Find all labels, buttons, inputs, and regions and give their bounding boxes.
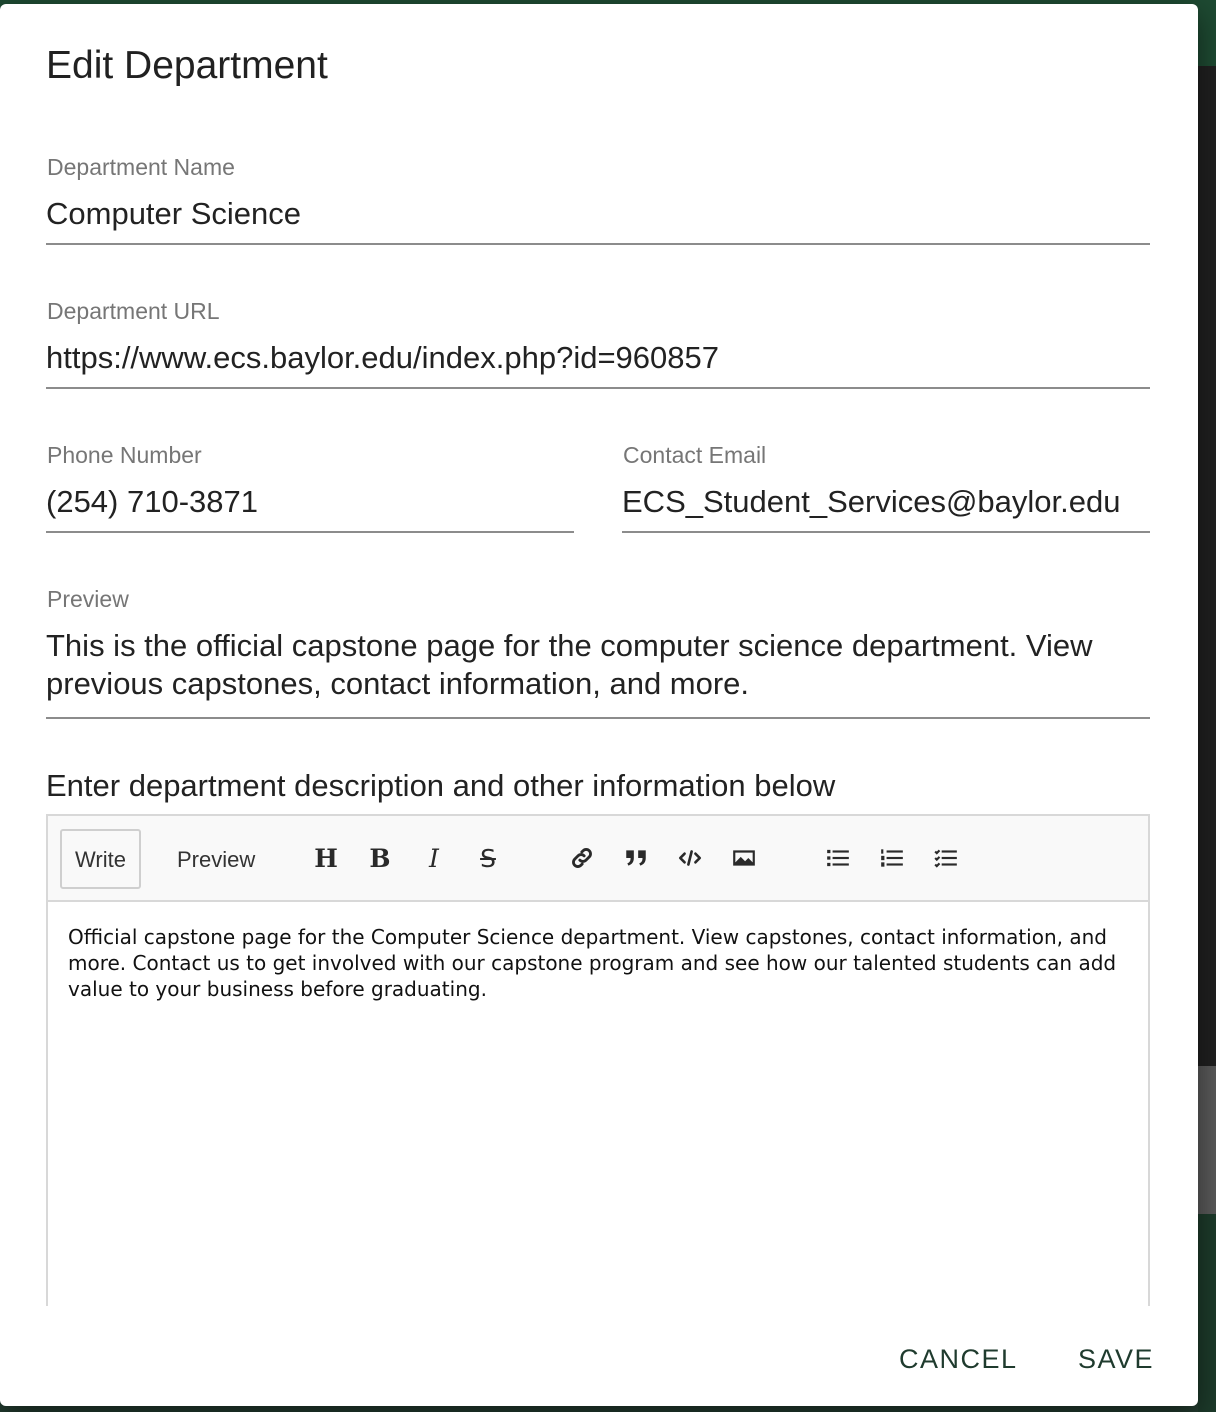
image-icon[interactable] <box>724 838 764 878</box>
dialog-title: Edit Department <box>46 44 328 87</box>
department-name-input[interactable]: Computer Science <box>46 195 1150 243</box>
dialog-actions: CANCEL SAVE <box>843 1340 1154 1379</box>
phone-number-label: Phone Number <box>47 442 202 468</box>
strikethrough-icon[interactable]: S <box>468 838 508 878</box>
heading-icon[interactable]: H <box>306 838 346 878</box>
phone-number-input[interactable]: (254) 710-3871 <box>46 483 574 531</box>
department-name-label: Department Name <box>47 154 235 180</box>
edit-department-dialog: Edit Department Department Name Computer… <box>0 4 1198 1406</box>
contact-email-input[interactable]: ECS_Student_Services@baylor.edu <box>622 483 1150 531</box>
editor-textarea[interactable]: Official capstone page for the Computer … <box>48 902 1148 1024</box>
italic-icon[interactable]: I <box>414 838 454 878</box>
markdown-editor: Write Preview H B I S Official capstone … <box>46 814 1150 1306</box>
department-url-label: Department URL <box>47 298 220 324</box>
preview-textarea[interactable]: This is the official capstone page for t… <box>46 627 1150 717</box>
tab-preview[interactable]: Preview <box>162 829 270 889</box>
preview-field[interactable]: Preview This is the official capstone pa… <box>46 586 1150 719</box>
phone-number-field[interactable]: Phone Number (254) 710-3871 <box>46 442 574 533</box>
unordered-list-icon[interactable] <box>818 838 858 878</box>
preview-label: Preview <box>47 586 129 612</box>
contact-email-label: Contact Email <box>623 442 767 468</box>
department-url-field[interactable]: Department URL https://www.ecs.baylor.ed… <box>46 298 1150 389</box>
code-icon[interactable] <box>670 838 710 878</box>
bold-icon[interactable]: B <box>360 838 400 878</box>
description-label: Enter department description and other i… <box>46 768 836 803</box>
link-icon[interactable] <box>562 838 602 878</box>
department-url-input[interactable]: https://www.ecs.baylor.edu/index.php?id=… <box>46 339 1150 387</box>
department-name-field[interactable]: Department Name Computer Science <box>46 154 1150 245</box>
ordered-list-icon[interactable] <box>872 838 912 878</box>
cancel-button[interactable]: CANCEL <box>899 1340 1018 1379</box>
contact-email-field[interactable]: Contact Email ECS_Student_Services@baylo… <box>622 442 1150 533</box>
backdrop-panel <box>1198 1214 1216 1412</box>
tab-write[interactable]: Write <box>60 829 141 889</box>
task-list-icon[interactable] <box>926 838 966 878</box>
quote-icon[interactable] <box>616 838 656 878</box>
editor-toolbar: Write Preview H B I S <box>48 816 1148 902</box>
backdrop-panel <box>1198 1066 1216 1214</box>
save-button[interactable]: SAVE <box>1078 1340 1154 1379</box>
